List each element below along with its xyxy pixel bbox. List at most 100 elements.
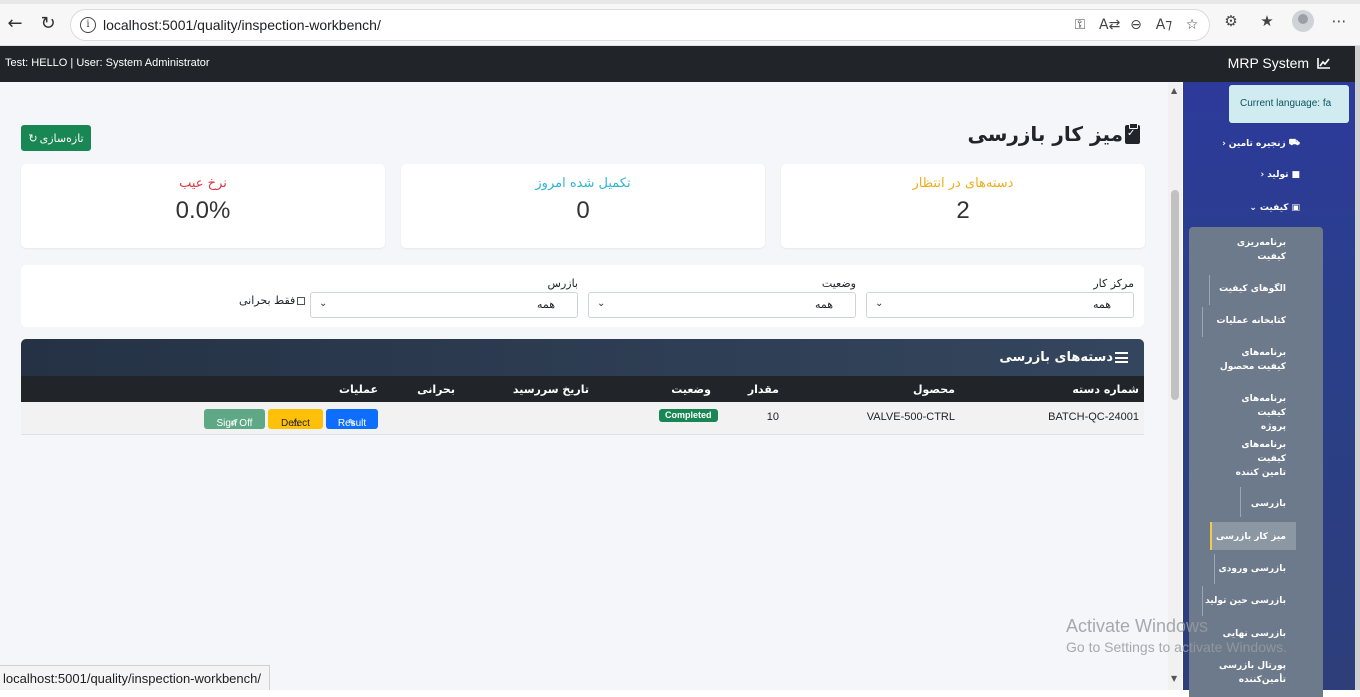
truck-icon: ⛟	[1288, 138, 1300, 148]
stat-completed-value: 0	[576, 197, 590, 224]
status-value: همه	[814, 298, 833, 311]
submenu-inspection-workbench[interactable]: میز کار بازرسی	[1216, 530, 1286, 544]
link-status-bar: localhost:5001/quality/inspection-workbe…	[0, 665, 270, 690]
scroll-up-icon[interactable]: ▲	[1171, 86, 1177, 95]
scroll-thumb[interactable]	[1171, 190, 1179, 400]
sidebar-label: کیفیت	[1259, 203, 1289, 213]
back-icon[interactable]: ←	[4, 12, 26, 34]
col-critical: بحرانی	[417, 383, 455, 396]
refresh-button[interactable]: تازه‌سازی ↻	[21, 125, 91, 151]
favorite-star-icon[interactable]: ☆	[1183, 15, 1201, 35]
filter-panel: مرکز کار همه ⌄ وضعیت همه ⌄ بازرس همه ⌄ ف…	[21, 265, 1144, 327]
page-title-text: میز کار بازرسی	[967, 122, 1123, 146]
more-menu-icon[interactable]: ⋯	[1328, 12, 1350, 30]
refresh-label: تازه‌سازی	[39, 131, 84, 145]
submenu-product-quality-plans[interactable]: برنامه‌های کیفیت محصول	[1216, 346, 1286, 374]
submenu-inspection[interactable]: بازرسی	[1226, 497, 1286, 511]
cell-batch: BATCH-QC-24001	[1048, 411, 1139, 423]
sidebar-label: زنجیره تامین	[1228, 138, 1286, 149]
submenu-project-quality-plans[interactable]: برنامه‌های کیفیت پروژه	[1231, 392, 1286, 434]
col-due-date: تاریخ سررسید	[512, 383, 589, 396]
submenu-quality-templates[interactable]: الگوهای کیفیت	[1196, 282, 1286, 296]
defect-button[interactable]: Defect ⚠	[268, 409, 323, 429]
read-aloud-icon[interactable]: A⁊	[1155, 15, 1173, 35]
chevron-down-icon: ⌄	[1249, 203, 1257, 213]
clipboard-icon: ▣	[1291, 203, 1300, 213]
clipboard-check-icon	[1125, 122, 1140, 144]
main-content: تازه‌سازی ↻ میز کار بازرسی دسته‌های در ا…	[0, 82, 1170, 690]
key-icon[interactable]: ⚿	[1071, 15, 1089, 35]
sign-off-button[interactable]: Sign Off ✐	[204, 409, 265, 429]
main-scrollbar[interactable]: ▲ ▼	[1168, 82, 1182, 690]
cell-quantity: 10	[766, 411, 779, 423]
sidebar-label: تولید	[1267, 170, 1289, 180]
work-center-select[interactable]: همه ⌄	[866, 292, 1134, 318]
inspector-label: بازرس	[547, 277, 578, 290]
work-center-value: همه	[1092, 298, 1111, 311]
brand-link[interactable]: MRP System	[1228, 55, 1331, 71]
activation-watermark: Activate Windows Go to Settings to activ…	[1066, 616, 1287, 655]
inspector-value: همه	[536, 298, 555, 311]
watermark-subtitle: Go to Settings to activate Windows.	[1066, 639, 1287, 655]
stat-pending-value: 2	[956, 197, 970, 224]
submenu-quality-planning[interactable]: برنامه‌ریزی کیفیت	[1216, 236, 1286, 264]
col-actions: عملیات	[338, 383, 378, 396]
list-icon	[1115, 352, 1128, 363]
status-label: وضعیت	[821, 277, 856, 290]
address-url[interactable]: localhost:5001/quality/inspection-workbe…	[103, 17, 381, 33]
chevron-down-icon: ⌄	[319, 298, 328, 309]
watermark-title: Activate Windows	[1066, 616, 1209, 636]
submenu-incoming-inspection[interactable]: بازرسی ورودی	[1206, 562, 1286, 576]
favorites-icon[interactable]: ★	[1256, 12, 1278, 30]
sidebar-item-quality[interactable]: ▣ کیفیت ⌄	[1249, 203, 1300, 213]
stat-defect-label: نرخ عیب	[179, 176, 227, 191]
inspector-select[interactable]: همه ⌄	[310, 292, 578, 318]
sidebar-item-production[interactable]: ■ تولید ‹	[1260, 170, 1300, 180]
chevron-down-icon: ⌄	[875, 298, 884, 309]
window-edge	[1355, 46, 1360, 690]
col-status: وضعیت	[671, 383, 711, 396]
col-batch: شماره دسته	[1072, 383, 1139, 396]
browser-toolbar: ← ↻ i localhost:5001/quality/inspection-…	[0, 0, 1360, 46]
app-navbar: Test: HELLO | User: System Administrator…	[0, 46, 1355, 82]
address-bar[interactable]: i localhost:5001/quality/inspection-work…	[70, 9, 1210, 41]
profile-avatar[interactable]	[1292, 10, 1314, 32]
sidebar-item-supply-chain[interactable]: ⛟ زنجیره تامین ‹	[1222, 138, 1300, 149]
sync-icon: ↻	[28, 131, 38, 145]
zoom-icon[interactable]: ⊖	[1127, 15, 1145, 35]
signature-icon: ✐	[230, 418, 239, 429]
stat-defect-rate: نرخ عیب 0.0%	[21, 164, 385, 248]
factory-icon: ■	[1291, 170, 1300, 180]
chevron-down-icon: ⌄	[597, 298, 606, 309]
col-product: محصول	[912, 383, 955, 396]
submenu-supplier-quality-plans[interactable]: برنامه‌های کیفیت تامین کننده	[1231, 438, 1286, 480]
tab-strip	[0, 0, 1360, 4]
chevron-left-icon: ‹	[1260, 170, 1265, 180]
translate-icon[interactable]: A⇄	[1099, 15, 1120, 35]
sidebar: Current language: fa ⛟ زنجیره تامین ‹ ■ …	[1183, 82, 1355, 697]
result-button[interactable]: Result ✎	[326, 409, 378, 429]
language-indicator: Current language: fa	[1229, 85, 1349, 123]
stat-defect-value: 0.0%	[175, 197, 231, 224]
work-center-label: مرکز کار	[1093, 277, 1134, 290]
critical-only-toggle[interactable]: فقط بحرانی	[239, 294, 306, 307]
table-row: BATCH-QC-24001 VALVE-500-CTRL 10 Complet…	[21, 402, 1144, 435]
scroll-down-icon[interactable]: ▼	[1171, 674, 1177, 683]
submenu-operations-library[interactable]: کتابخانه عملیات	[1186, 314, 1286, 328]
chart-line-icon	[1317, 58, 1330, 69]
critical-only-checkbox[interactable]	[297, 296, 306, 305]
cell-product: VALVE-500-CTRL	[866, 411, 955, 423]
stat-completed-today: تکمیل شده امروز 0	[401, 164, 765, 248]
submenu-in-process-inspection[interactable]: بازرسی حین تولید	[1196, 594, 1286, 608]
warning-icon: ⚠	[291, 418, 300, 429]
stat-completed-label: تکمیل شده امروز	[535, 176, 631, 191]
reload-icon[interactable]: ↻	[37, 12, 59, 34]
submenu-supplier-inspection-portal[interactable]: پورتال بازرسی تأمین‌کننده	[1211, 659, 1286, 687]
brand-label: MRP System	[1227, 55, 1310, 71]
pencil-icon: ✎	[347, 418, 357, 429]
site-info-icon[interactable]: i	[80, 17, 96, 33]
inspection-batches-card: دسته‌های بازرسی شماره دسته محصول مقدار و…	[21, 339, 1144, 435]
stat-pending-label: دسته‌های در انتظار	[912, 176, 1014, 191]
extensions-icon[interactable]: ⚙	[1220, 12, 1242, 30]
status-select[interactable]: همه ⌄	[588, 292, 856, 318]
